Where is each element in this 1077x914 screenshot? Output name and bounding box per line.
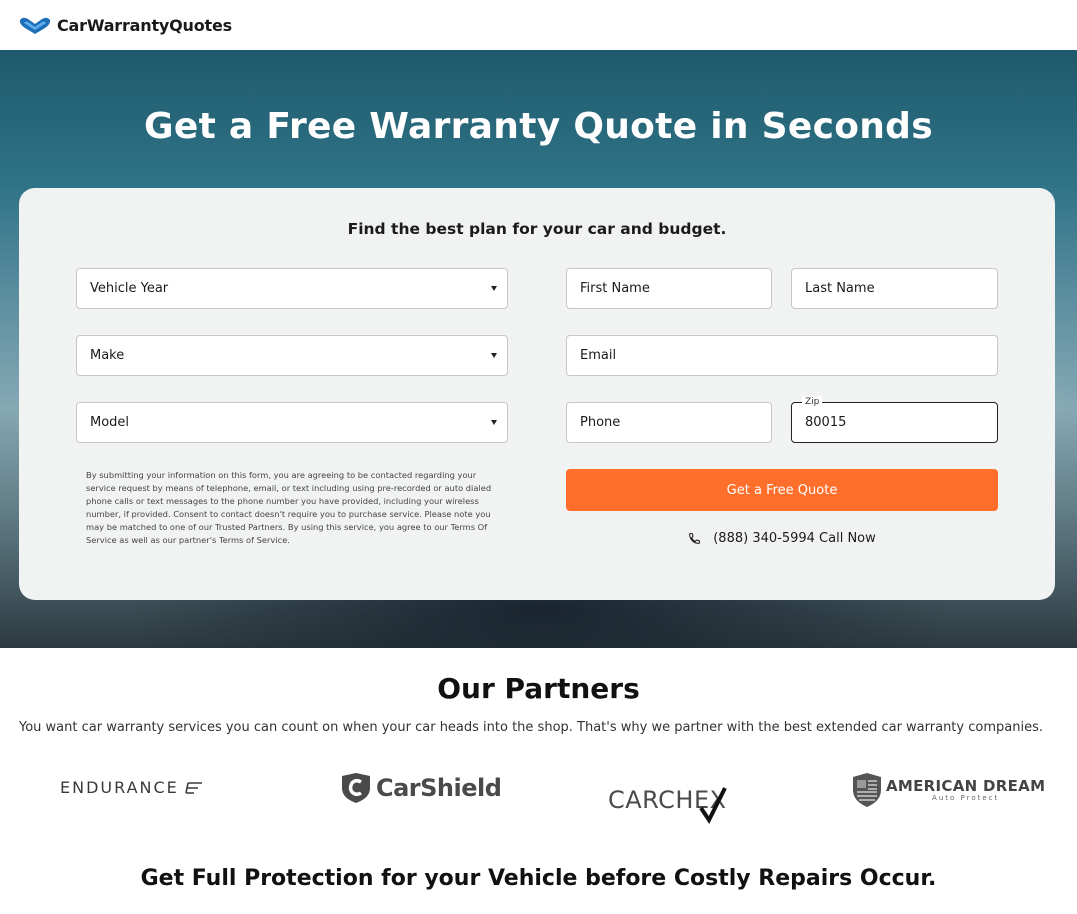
phone-icon bbox=[689, 533, 701, 544]
hero-title: Get a Free Warranty Quote in Seconds bbox=[144, 106, 933, 147]
call-now-text: (888) 340-5994 Call Now bbox=[713, 531, 876, 546]
protection-title: Get Full Protection for your Vehicle bef… bbox=[140, 866, 937, 891]
make-value: Make bbox=[90, 348, 125, 363]
carshield-wordmark: CarShield bbox=[376, 774, 502, 802]
american-dream-tagline: Auto Protect bbox=[932, 794, 1000, 802]
first-name-placeholder: First Name bbox=[580, 281, 650, 296]
form-subtitle: Find the best plan for your car and budg… bbox=[347, 220, 727, 238]
last-name-placeholder: Last Name bbox=[805, 281, 875, 296]
shield-icon bbox=[342, 773, 370, 803]
double-heart-logo-icon bbox=[19, 17, 51, 34]
caret-down-icon bbox=[491, 420, 497, 425]
zip-field[interactable]: Zip 80015 bbox=[791, 396, 998, 443]
american-dream-logo: AMERICAN DREAM Auto Protect bbox=[852, 772, 1045, 808]
caret-down-icon bbox=[491, 353, 497, 358]
get-free-quote-button[interactable]: Get a Free Quote bbox=[566, 469, 998, 511]
endurance-wordmark: ENDURANCE bbox=[60, 778, 179, 797]
partners-title: Our Partners bbox=[437, 672, 640, 705]
american-dream-text: AMERICAN DREAM Auto Protect bbox=[886, 778, 1045, 802]
vehicle-year-value: Vehicle Year bbox=[90, 281, 169, 296]
caret-down-icon bbox=[491, 286, 497, 291]
brand-logo[interactable]: CarWarrantyQuotes bbox=[19, 16, 232, 35]
flag-shield-icon bbox=[853, 773, 881, 807]
carshield-logo: CarShield bbox=[340, 772, 502, 804]
brand-name: CarWarrantyQuotes bbox=[57, 15, 232, 35]
model-select[interactable]: Model bbox=[76, 402, 508, 443]
checkmark-icon bbox=[698, 787, 727, 824]
legal-disclaimer: By submitting your information on this f… bbox=[86, 470, 492, 545]
last-name-field[interactable]: Last Name bbox=[791, 268, 998, 309]
hero-section: Get a Free Warranty Quote in Seconds Fin… bbox=[0, 50, 1077, 648]
phone-field[interactable]: Phone bbox=[566, 402, 772, 443]
call-now-link[interactable]: (888) 340-5994 Call Now bbox=[566, 531, 998, 546]
endurance-logo: ENDURANCE bbox=[60, 778, 203, 797]
zip-label: Zip bbox=[802, 396, 823, 408]
endurance-mark-icon bbox=[184, 781, 202, 794]
model-value: Model bbox=[90, 415, 130, 430]
carchex-logo: CARCHEX bbox=[608, 776, 727, 824]
email-placeholder: Email bbox=[580, 348, 617, 363]
email-field[interactable]: Email bbox=[566, 335, 998, 376]
first-name-field[interactable]: First Name bbox=[566, 268, 772, 309]
phone-placeholder: Phone bbox=[580, 415, 621, 430]
vehicle-year-select[interactable]: Vehicle Year bbox=[76, 268, 508, 309]
site-header: CarWarrantyQuotes bbox=[0, 0, 1077, 50]
american-dream-wordmark: AMERICAN DREAM bbox=[886, 777, 1046, 795]
make-select[interactable]: Make bbox=[76, 335, 508, 376]
partners-description: You want car warranty services you can c… bbox=[19, 720, 1043, 735]
zip-value: 80015 bbox=[805, 415, 847, 430]
quote-form-card: Find the best plan for your car and budg… bbox=[19, 188, 1055, 600]
